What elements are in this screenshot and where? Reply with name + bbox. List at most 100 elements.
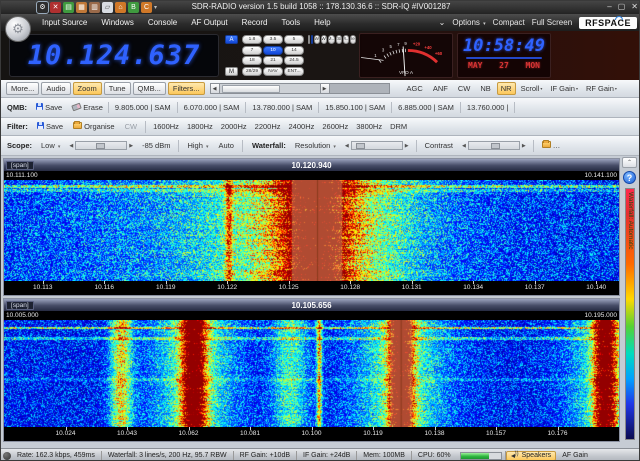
badge-b-icon[interactable]: B	[128, 2, 139, 13]
mode-button[interactable]: AM...▾	[328, 35, 334, 44]
menu-item[interactable]: Tools	[274, 16, 307, 29]
resolution-slider[interactable]: ◀ ▶	[343, 141, 411, 150]
mode-button[interactable]: DSB	[336, 35, 342, 44]
mode-button[interactable]: FM...▾	[343, 35, 349, 44]
mode-button[interactable]: More...▾	[350, 35, 356, 44]
app-logo-icon[interactable]: ⚙	[5, 16, 31, 42]
qmb-memory-button[interactable]: 6.070.000 | SAM	[178, 102, 247, 113]
slider-left-icon[interactable]: ◀	[67, 143, 75, 149]
gain-dropdown[interactable]: Scroll▾	[518, 83, 546, 94]
bandwidth-button[interactable]: 2000Hz	[217, 121, 251, 132]
mode-button[interactable]: USB	[311, 35, 313, 44]
waterfall-display[interactable]	[4, 320, 619, 427]
slider-thumb[interactable]	[96, 143, 105, 149]
dsp-toggle[interactable]: ANF	[429, 82, 452, 95]
tuning-scrollbar[interactable]: ◀ ▶	[210, 83, 390, 94]
maximize-button[interactable]: ▢	[618, 2, 626, 11]
scroll-right-icon[interactable]: ▶	[320, 83, 330, 94]
dsp-toggle[interactable]: NR	[497, 82, 516, 95]
dsp-toggle[interactable]: AGC	[403, 82, 427, 95]
slider-right-icon[interactable]: ▶	[127, 143, 135, 149]
slider-right-icon[interactable]: ▶	[403, 143, 411, 149]
fullscreen-button[interactable]: Full Screen	[532, 18, 572, 27]
collapse-button[interactable]: ⌃	[622, 157, 637, 168]
filter-cw-button[interactable]: CW	[121, 120, 142, 133]
bandwidth-button[interactable]: 3800Hz	[352, 121, 386, 132]
minimize-button[interactable]: –	[607, 2, 611, 11]
options-menu[interactable]: Options ▾	[452, 18, 485, 27]
band-button[interactable]: 1.8	[242, 35, 262, 44]
frequency-display[interactable]: 10.124.637	[9, 34, 219, 77]
gain-dropdown[interactable]: RF Gain▾	[583, 83, 620, 94]
mode-button[interactable]: CW-U	[321, 35, 327, 44]
waterfall-display[interactable]	[4, 180, 619, 281]
slider-track[interactable]	[351, 141, 403, 150]
compact-button[interactable]: Compact	[493, 18, 525, 27]
bandwidth-button[interactable]: 1600Hz	[149, 121, 183, 132]
bandwidth-button[interactable]: 2200Hz	[251, 121, 285, 132]
qmb-memory-button[interactable]: 13.780.000 | SAM	[246, 102, 319, 113]
menu-item[interactable]: Windows	[94, 16, 140, 29]
af-gain-button[interactable]: AF Gain	[556, 452, 594, 459]
slider-track[interactable]	[75, 141, 127, 150]
dsp-toggle[interactable]: NB	[476, 82, 494, 95]
menu-overflow-icon[interactable]: ⌄	[439, 18, 446, 27]
band-button[interactable]: 14	[284, 46, 304, 55]
contacts-icon[interactable]: ▥	[89, 2, 100, 13]
band-button[interactable]: 24.5	[284, 56, 304, 65]
document-icon[interactable]: ▱	[102, 2, 113, 13]
band-button[interactable]: 18	[242, 56, 262, 65]
waterfall-header[interactable]: [span] 10.120.940	[4, 159, 619, 171]
span-button[interactable]: [span]	[6, 301, 34, 310]
scope-auto-button[interactable]: Auto	[215, 139, 238, 152]
band-button[interactable]: NAV	[263, 67, 283, 76]
speakers-button[interactable]: Speakers	[506, 451, 557, 461]
qmb-memory-button[interactable]: 13.760.000 |	[461, 102, 516, 113]
waterfall-resolution-dropdown[interactable]: Resolution ▾	[291, 139, 340, 152]
qmb-save-button[interactable]: Save	[32, 101, 66, 114]
app-gear-icon[interactable]: ⚙	[37, 2, 48, 13]
waterfall-options-button[interactable]: …	[538, 139, 565, 152]
badge-c-icon[interactable]: C	[141, 2, 152, 13]
calendar-icon[interactable]: ▦	[76, 2, 87, 13]
qat-overflow-icon[interactable]: ▾	[154, 4, 157, 11]
slider-left-icon[interactable]: ◀	[343, 143, 351, 149]
filter-save-button[interactable]: Save	[33, 120, 67, 133]
band-button[interactable]: 3.5	[263, 35, 283, 44]
scroll-left-icon[interactable]: ◀	[210, 83, 220, 94]
scope-low-slider[interactable]: ◀ ▶	[67, 141, 135, 150]
toolbar-button[interactable]: Zoom	[73, 82, 102, 95]
bandwidth-button[interactable]: DRM	[386, 121, 411, 132]
toolbar-button[interactable]: QMB...	[133, 82, 166, 95]
qmb-memory-button[interactable]: 6.885.000 | SAM	[392, 102, 461, 113]
mode-button[interactable]: LSB	[308, 35, 310, 44]
menu-item[interactable]: Input Source	[35, 16, 94, 29]
bandwidth-button[interactable]: 2400Hz	[285, 121, 319, 132]
slider-track[interactable]	[468, 141, 520, 150]
filter-organise-button[interactable]: Organise	[69, 120, 119, 133]
toolbar-button[interactable]: Tune	[104, 82, 131, 95]
band-button[interactable]: 10	[263, 46, 283, 55]
toolbar-button[interactable]: Audio	[41, 82, 70, 95]
slider-thumb[interactable]	[491, 143, 500, 149]
band-button[interactable]: 21	[263, 56, 283, 65]
scrollbar-track[interactable]	[220, 83, 320, 94]
toolbar-button[interactable]: Filters...	[168, 82, 205, 95]
gain-dropdown[interactable]: IF Gain▾	[547, 83, 581, 94]
scrollbar-thumb[interactable]	[222, 85, 280, 93]
contrast-slider[interactable]: ◀ ▶	[460, 141, 528, 150]
bandwidth-button[interactable]: 1800Hz	[183, 121, 217, 132]
band-button[interactable]: 5	[284, 35, 304, 44]
menu-item[interactable]: Help	[307, 16, 337, 29]
menu-item[interactable]: Console	[141, 16, 184, 29]
scope-high-dropdown[interactable]: High ▾	[183, 139, 212, 152]
slider-thumb[interactable]	[356, 143, 365, 149]
toolbar-button[interactable]: More...	[6, 82, 39, 95]
slider-left-icon[interactable]: ◀	[460, 143, 468, 149]
home-icon[interactable]: ⌂	[115, 2, 126, 13]
mode-button[interactable]: CW-L	[314, 35, 320, 44]
bandwidth-button[interactable]: 2600Hz	[318, 121, 352, 132]
close-button[interactable]: ✕	[631, 2, 638, 11]
qmb-erase-button[interactable]: Erase	[68, 101, 107, 114]
qmb-memory-button[interactable]: 15.850.100 | SAM	[319, 102, 392, 113]
